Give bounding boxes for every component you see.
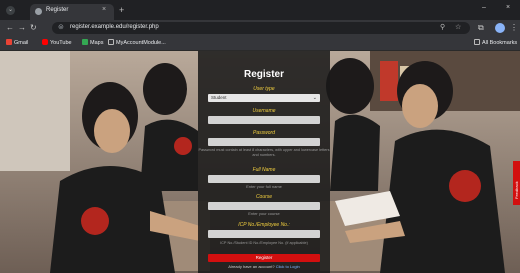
forward-icon[interactable]: →	[18, 23, 26, 32]
password-field[interactable]	[208, 138, 320, 146]
register-panel: Register User type Student ⌄ Username Pa…	[198, 51, 330, 273]
user-type-label: User type	[253, 86, 275, 92]
username-field[interactable]	[208, 116, 320, 124]
username-label: Username	[252, 108, 276, 114]
fullname-field[interactable]	[208, 175, 320, 183]
feedback-tab[interactable]: Feedback	[513, 161, 520, 205]
favicon-icon	[35, 8, 42, 15]
bookmark-folder[interactable]: MyAccountModule...	[108, 39, 166, 46]
id-number-label: ICP No./Employee No.:	[238, 222, 290, 228]
tab-search-icon[interactable]: ⌄	[6, 6, 15, 15]
minimize-icon[interactable]: –	[482, 4, 486, 11]
password-label: Password	[253, 130, 275, 136]
chevron-down-icon: ⌄	[312, 95, 317, 101]
youtube-icon	[42, 39, 48, 45]
gmail-icon	[6, 39, 12, 45]
user-type-value: Student	[211, 95, 227, 100]
folder-icon	[108, 39, 114, 45]
url-text[interactable]: register.example.edu/register.php	[70, 24, 159, 30]
extensions-icon[interactable]: ⧉	[478, 23, 484, 33]
bookmark-maps[interactable]: Maps	[82, 39, 103, 46]
login-link[interactable]: Click to Login	[276, 264, 300, 269]
fullname-placeholder: Enter your full name	[246, 184, 282, 189]
menu-icon[interactable]: ⋮	[510, 23, 518, 32]
page-content: Register User type Student ⌄ Username Pa…	[0, 51, 520, 273]
course-placeholder: Enter your course	[248, 211, 280, 216]
profile-avatar[interactable]	[495, 23, 505, 33]
register-button[interactable]: Register	[208, 254, 320, 262]
folder-icon	[474, 39, 480, 45]
new-tab-icon[interactable]: +	[119, 5, 124, 15]
all-bookmarks[interactable]: All Bookmarks	[474, 39, 517, 46]
fullname-label: Full Name	[252, 167, 276, 173]
bookmark-star-icon[interactable]: ☆	[455, 23, 461, 31]
id-number-hint: ICP No./Student ID No./Employee No. (if …	[220, 241, 308, 245]
zoom-icon[interactable]: ⚲	[440, 23, 445, 31]
tab-title: Register	[46, 7, 69, 13]
login-prompt: Already have an account? Click to Login	[228, 264, 300, 269]
navigation-bar: ← → ↻ ⊜ register.example.edu/register.ph…	[0, 20, 520, 37]
bookmark-gmail[interactable]: Gmail	[6, 39, 28, 46]
address-bar[interactable]: ⊜ register.example.edu/register.php ⚲ ☆	[52, 22, 470, 34]
back-icon[interactable]: ←	[6, 23, 14, 32]
user-type-select[interactable]: Student ⌄	[208, 94, 320, 102]
course-label: Course	[255, 194, 273, 200]
page-title: Register	[243, 69, 284, 80]
course-field[interactable]	[208, 202, 320, 210]
close-window-icon[interactable]: ×	[506, 4, 510, 11]
site-info-icon[interactable]: ⊜	[58, 23, 64, 31]
bookmark-youtube[interactable]: YouTube	[42, 39, 72, 46]
tab-close-icon[interactable]: ×	[102, 6, 106, 13]
id-number-field[interactable]	[208, 230, 320, 238]
bookmarks-bar: Gmail YouTube Maps MyAccountModule... Al…	[0, 37, 520, 51]
maps-icon	[82, 39, 88, 45]
password-hint: Password must contain at least 8 charact…	[198, 148, 330, 157]
tab-register[interactable]: Register ×	[30, 4, 114, 20]
tab-strip: ⌄ Register × + – ×	[0, 0, 520, 20]
reload-icon[interactable]: ↻	[30, 23, 37, 32]
